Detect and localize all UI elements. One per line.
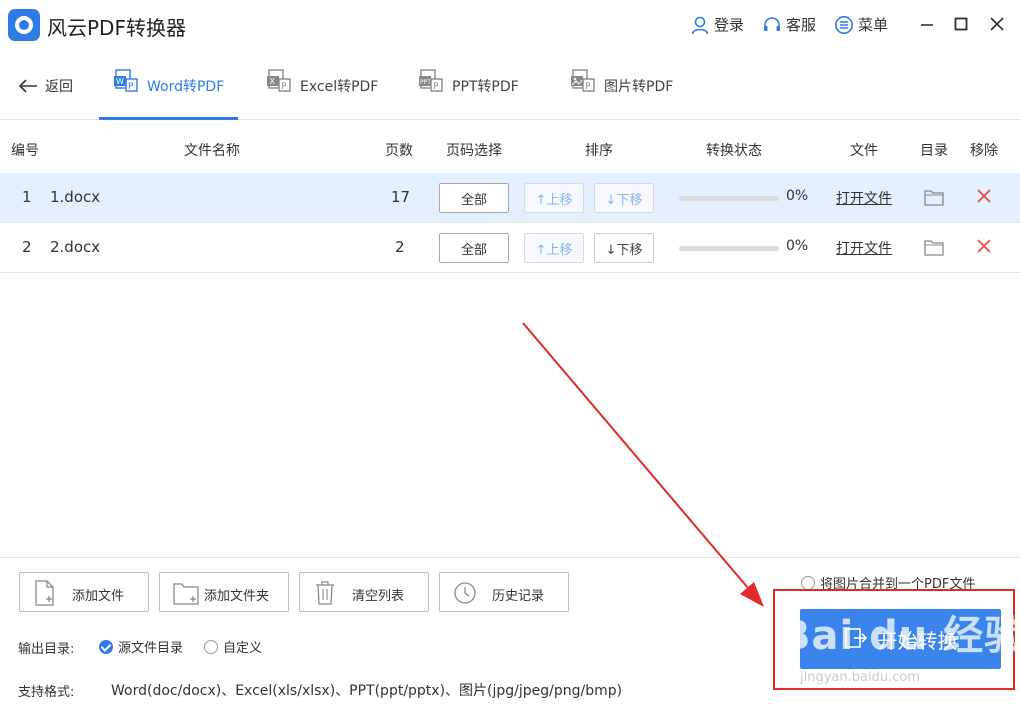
baidu-watermark: Bai du 经验 <box>780 613 1020 659</box>
baidu-watermark-url: jingyan.baidu.com <box>800 670 920 685</box>
